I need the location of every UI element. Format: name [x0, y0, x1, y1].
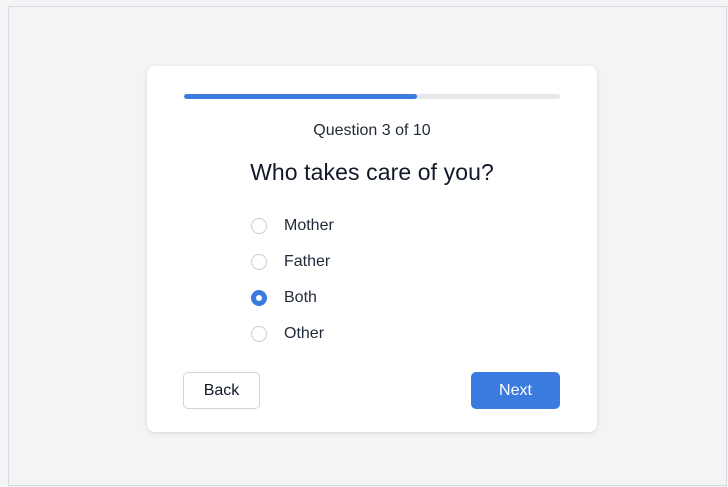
option-label: Mother [284, 217, 334, 234]
back-button[interactable]: Back [183, 372, 260, 409]
option-mother[interactable]: Mother [251, 208, 334, 244]
option-label: Other [284, 325, 325, 342]
option-both[interactable]: Both [251, 280, 334, 316]
next-button[interactable]: Next [471, 372, 560, 409]
radio-button[interactable] [251, 326, 267, 342]
progress-bar [184, 94, 560, 99]
option-label: Father [284, 253, 331, 270]
question-counter: Question 3 of 10 [313, 122, 431, 139]
option-other[interactable]: Other [251, 316, 334, 352]
quiz-card: Question 3 of 10 Who takes care of you? … [147, 66, 597, 432]
radio-button[interactable] [251, 290, 267, 306]
answer-options: Mother Father Both Other [251, 208, 334, 352]
radio-button[interactable] [251, 254, 267, 270]
option-label: Both [284, 289, 317, 306]
question-title: Who takes care of you? [250, 159, 494, 185]
option-father[interactable]: Father [251, 244, 334, 280]
radio-button[interactable] [251, 218, 267, 234]
progress-bar-fill [184, 94, 418, 99]
